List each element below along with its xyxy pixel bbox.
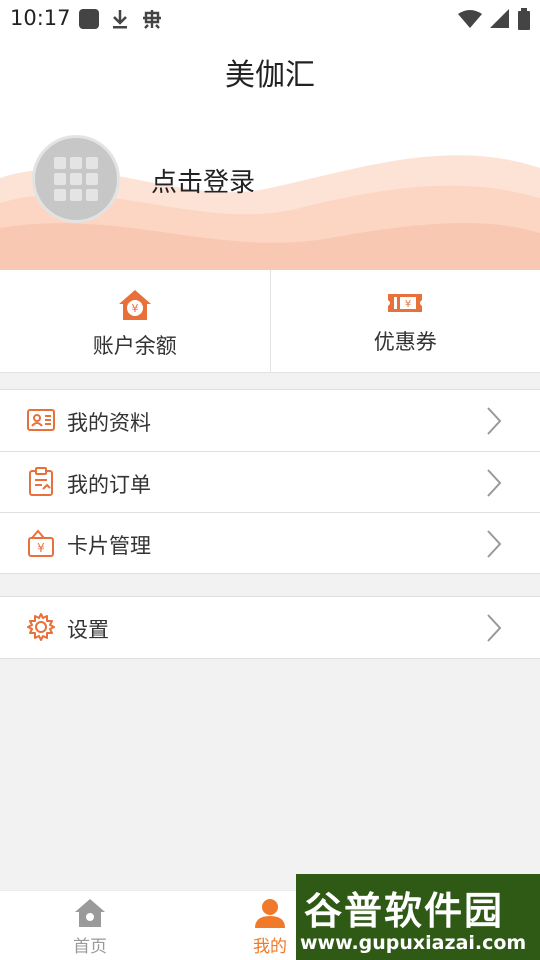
order-clipboard-icon [29,467,53,496]
menu-item-cards[interactable]: ¥ 卡片管理 [0,512,540,573]
watermark-site-name: 谷普软件园 [304,889,505,933]
status-left-icons [78,7,164,31]
login-prompt[interactable]: 点击登录 [151,162,255,199]
profile-header: 美伽汇 点击登录 [0,38,540,270]
account-balance-button[interactable]: ¥ 账户余额 [0,270,270,372]
battery-icon [518,8,530,30]
menu-label-cards: 卡片管理 [67,534,151,558]
tab-home[interactable]: 首页 [45,891,135,960]
chevron-right-icon [487,407,502,435]
menu-item-profile[interactable]: 我的资料 [0,390,540,451]
svg-text:¥: ¥ [37,541,45,555]
menu-label-profile: 我的资料 [67,411,151,435]
page-title: 美伽汇 [225,58,315,93]
status-time: 10:17 [10,6,71,30]
account-balance-label: 账户余额 [92,334,177,358]
avatar[interactable] [32,135,120,223]
tab-mine-label: 我的 [253,937,287,957]
signal-icon [490,9,509,28]
person-icon [255,899,285,928]
avatar-grid-icon [54,157,98,201]
menu-label-settings: 设置 [67,618,109,642]
home-icon [75,899,105,927]
profile-card-icon [27,409,55,431]
menu-group-settings: 设置 [0,596,540,659]
account-row: ¥ 账户余额 ¥ 优惠券 [0,270,540,373]
chevron-right-icon [487,614,502,642]
svg-text:¥: ¥ [131,302,138,315]
coupon-label: 优惠券 [373,330,437,354]
ticket-icon: ¥ [388,294,423,312]
menu-group-main: 我的资料 我的订单 ¥ 卡片管理 [0,389,540,574]
status-right-icons [458,8,530,30]
bug-icon [143,10,161,29]
watermark-url: www.gupuxiazai.com [300,932,527,954]
menu-item-settings[interactable]: 设置 [0,597,540,658]
menu-item-orders[interactable]: 我的订单 [0,451,540,512]
card-manage-icon: ¥ [28,529,54,557]
gear-icon [27,613,55,641]
download-icon [113,10,127,29]
menu-label-orders: 我的订单 [67,473,151,497]
chevron-right-icon [487,530,502,558]
wallet-house-icon: ¥ [118,290,151,320]
status-bar: 10:17 [0,0,540,38]
svg-text:¥: ¥ [405,299,411,310]
notification-square-icon [79,9,99,29]
chevron-right-icon [487,469,502,497]
tab-home-label: 首页 [73,937,107,957]
watermark: 谷普软件园 www.gupuxiazai.com [296,874,540,960]
coupon-button[interactable]: ¥ 优惠券 [269,270,540,372]
wifi-icon [458,10,482,28]
